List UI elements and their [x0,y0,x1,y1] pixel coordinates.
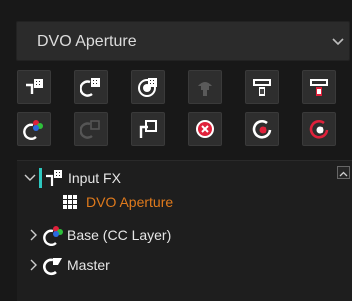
fx-panel: DVO Aperture Input FX DVO Aperture Base … [0,0,352,301]
add-layer-node-button[interactable] [131,70,165,104]
reset-node-button[interactable] [245,112,279,146]
add-outside-node-button[interactable] [131,112,165,146]
delete-node-icon [196,120,214,138]
tree-item-dvo-aperture[interactable]: DVO Aperture [62,191,173,213]
disabled-node-icon [198,82,212,96]
master-icon [43,258,62,276]
grid-effect-icon [63,195,77,209]
combiner-node-button[interactable] [302,70,336,104]
scroll-up-button[interactable] [337,166,350,179]
add-serial-node-button[interactable] [17,70,51,104]
chevron-right-icon[interactable] [27,228,41,242]
combiner-node-icon [310,79,328,96]
splitter-node-button[interactable] [245,70,279,104]
disabled-node-button[interactable] [188,70,222,104]
add-serial-node-icon [26,79,43,94]
delete-node-button[interactable] [188,112,222,146]
add-color-node-icon [23,120,43,140]
effect-dropdown-value: DVO Aperture [37,33,137,50]
tree-scrollbar[interactable] [337,163,350,299]
node-tree: Input FX DVO Aperture Base (CC Layer) Ma… [17,160,352,301]
tree-item-label: Input FX [68,170,121,186]
add-outside-node-icon [139,120,157,138]
effect-dropdown[interactable]: DVO Aperture [16,21,350,61]
tree-item-base[interactable]: Base (CC Layer) [27,224,171,246]
reset-node-icon [252,120,272,139]
chevron-down-icon[interactable] [23,171,37,185]
input-fx-icon [46,170,62,186]
chevron-down-icon [332,38,344,46]
tree-item-label: DVO Aperture [86,194,174,210]
tree-selection-marker [39,168,42,188]
tree-item-input-fx[interactable]: Input FX [23,167,121,189]
add-parallel-node-button[interactable] [74,70,108,104]
add-parallel-node-icon [80,78,100,97]
add-color-node-button[interactable] [17,112,51,146]
color-layer-icon [43,226,63,246]
reset-node-red-icon [309,120,329,139]
disabled-parallel-button[interactable] [74,112,108,146]
splitter-node-icon [253,79,271,96]
disabled-parallel-icon [80,120,100,139]
chevron-right-icon[interactable] [27,258,41,272]
reset-node-red-button[interactable] [302,112,336,146]
tree-item-master[interactable]: Master [27,254,110,276]
tree-item-label: Master [67,257,110,273]
tree-item-label: Base (CC Layer) [67,227,172,243]
chevron-up-icon [339,171,348,177]
add-layer-node-icon [138,78,157,97]
